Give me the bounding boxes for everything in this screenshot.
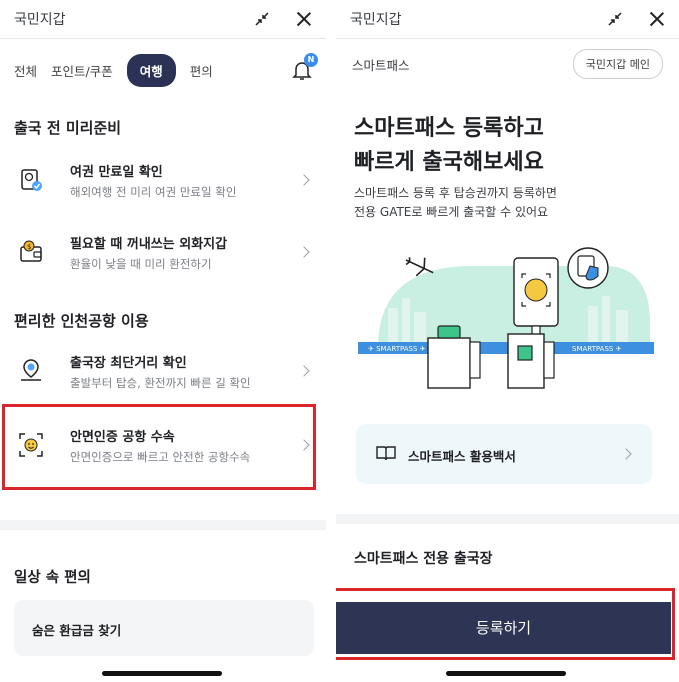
notification-button[interactable]: N bbox=[292, 53, 318, 81]
section-incheon-airport: 편리한 인천공항 이용 bbox=[14, 312, 149, 330]
close-icon[interactable] bbox=[296, 11, 312, 27]
item-desc: 출발부터 탑승, 환전까지 빠른 길 확인 bbox=[70, 375, 251, 390]
app-title: 국민지갑 bbox=[14, 12, 66, 28]
refund-finder-card[interactable]: 숨은 환급금 찾기 bbox=[14, 600, 314, 656]
list-item-passport-expiry[interactable]: 여권 만료일 확인 해외여행 전 미리 여권 만료일 확인 bbox=[0, 144, 326, 216]
subheader-title: 스마트패스 bbox=[352, 57, 410, 73]
chevron-right-icon bbox=[298, 174, 310, 186]
list-item-fx-wallet[interactable]: $ 필요할 때 꺼내쓰는 외화지갑 환율이 낮을 때 미리 환전하기 bbox=[0, 216, 326, 288]
highlight-frame bbox=[2, 404, 316, 490]
smartpass-illustration: ✈ SMARTPASS ✈ SMARTPASS ✈ bbox=[358, 247, 654, 389]
sub-header: 스마트패스 국민지갑 메인 bbox=[336, 39, 679, 89]
hero-title: 스마트패스 등록하고 빠르게 출국해보세요 bbox=[354, 116, 544, 175]
category-tabs: 전체 포인트/쿠폰 여행 편의 N bbox=[0, 39, 326, 101]
chevron-right-icon bbox=[298, 246, 310, 258]
right-screen: 국민지갑 스마트패스 국민지갑 메인 스마트패스 등록하고 빠르게 출국해보세요… bbox=[336, 0, 679, 682]
section-daily-convenience: 일상 속 편의 bbox=[14, 570, 91, 586]
item-title: 출국장 최단거리 확인 bbox=[70, 355, 187, 371]
tab-travel[interactable]: 여행 bbox=[126, 53, 176, 87]
item-desc: 해외여행 전 미리 여권 만료일 확인 bbox=[70, 184, 237, 199]
minimize-icon[interactable] bbox=[254, 11, 270, 27]
chevron-right-icon bbox=[298, 365, 310, 377]
section-smartpass-exit: 스마트패스 전용 출국장 bbox=[354, 551, 493, 567]
item-title: 필요할 때 꺼내쓰는 외화지갑 bbox=[70, 236, 228, 252]
tab-points-coupons[interactable]: 포인트/쿠폰 bbox=[51, 61, 113, 80]
smartpass-guide-card[interactable]: 스마트패스 활용백서 bbox=[356, 424, 652, 484]
top-bar: 국민지갑 bbox=[336, 0, 679, 39]
section-divider bbox=[0, 520, 326, 530]
book-icon bbox=[376, 446, 396, 461]
item-title: 여권 만료일 확인 bbox=[70, 164, 163, 180]
tab-all[interactable]: 전체 bbox=[14, 61, 37, 80]
close-icon[interactable] bbox=[649, 11, 665, 27]
notification-badge: N bbox=[304, 53, 318, 67]
smartpass-sign-left: ✈ SMARTPASS ✈ bbox=[368, 345, 426, 353]
guide-card-label: 스마트패스 활용백서 bbox=[408, 449, 516, 464]
home-indicator bbox=[102, 671, 222, 676]
passport-check-icon bbox=[21, 169, 42, 191]
tab-convenience[interactable]: 편의 bbox=[190, 61, 213, 80]
chevron-right-icon bbox=[620, 448, 632, 460]
top-bar: 국민지갑 bbox=[0, 0, 326, 39]
highlight-frame bbox=[336, 588, 675, 660]
left-screen: 국민지갑 전체 포인트/쿠폰 여행 편의 N 출국 전 미리준비 여권 만료일 … bbox=[0, 0, 326, 682]
section-divider bbox=[336, 514, 679, 524]
section-pre-departure: 출국 전 미리준비 bbox=[14, 119, 122, 137]
screen-gap bbox=[326, 0, 336, 682]
item-desc: 환율이 낮을 때 미리 환전하기 bbox=[70, 256, 212, 271]
hero-description: 스마트패스 등록 후 탑승권까지 등록하면 전용 GATE로 빠르게 출국할 수… bbox=[354, 186, 557, 219]
minimize-icon[interactable] bbox=[607, 11, 623, 27]
map-pin-icon bbox=[21, 359, 41, 381]
app-title: 국민지갑 bbox=[350, 12, 402, 28]
wallet-icon: $ bbox=[20, 240, 42, 262]
refund-card-label: 숨은 환급금 찾기 bbox=[32, 623, 122, 638]
wallet-main-button[interactable]: 국민지갑 메인 bbox=[572, 49, 663, 79]
home-indicator bbox=[446, 671, 566, 676]
smartpass-sign-right: SMARTPASS ✈ bbox=[572, 345, 622, 353]
svg-text:$: $ bbox=[27, 243, 31, 251]
list-item-shortest-route[interactable]: 출국장 최단거리 확인 출발부터 탑승, 환전까지 빠른 길 확인 bbox=[0, 335, 326, 407]
